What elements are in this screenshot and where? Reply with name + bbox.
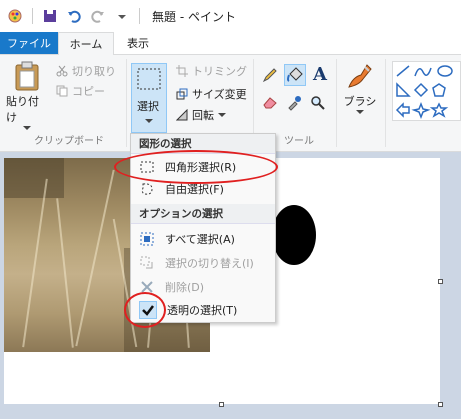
quick-access-toolbar [0,7,142,25]
toolbar-separator [32,8,33,24]
ribbon-tab-bar: ファイル ホーム 表示 [0,32,461,55]
brushes-dropdown-icon [356,110,364,114]
color-picker-tool[interactable] [286,95,304,113]
copy-button[interactable]: コピー [56,83,105,99]
pencil-icon [262,68,277,83]
grass-blade [75,169,115,347]
tab-view[interactable]: 表示 [118,32,158,54]
canvas-resize-handle-right[interactable] [438,279,443,284]
annotation-ellipse-rect-select [114,150,278,184]
eyedropper-icon [288,96,301,111]
canvas-resize-handle-bottom[interactable] [219,402,224,407]
invert-selection-label: 選択の切り替え(I) [165,257,254,270]
resize-button[interactable]: サイズ変更 [176,86,247,102]
crop-icon [176,65,188,77]
rotate-button[interactable]: 回転 [176,107,226,123]
group-separator [336,59,337,147]
title-bar: 無題 - ペイント [0,0,461,32]
rotate-label: 回転 [192,109,214,122]
grass-blade [22,178,48,348]
paste-icon [15,61,39,91]
copy-icon [56,85,68,97]
resize-label: サイズ変更 [192,88,247,101]
select-label: 選択 [137,100,159,113]
brushes-button[interactable]: ブラシ [340,61,380,115]
tab-home[interactable]: ホーム [58,32,114,55]
paste-button[interactable]: 貼り付け [6,61,48,131]
selection-options-header: オプションの選択 [131,204,275,224]
select-all-icon [139,231,155,247]
invert-selection-icon [139,255,155,271]
group-separator [385,59,386,147]
brushes-label: ブラシ [343,95,377,108]
crop-button[interactable]: トリミング [176,63,247,79]
toolbar-separator [139,8,140,24]
shapes-gallery[interactable] [392,61,461,121]
free-form-select-icon [139,181,155,197]
select-all-item[interactable]: すべて選択(A) [131,228,275,250]
group-separator [126,59,127,147]
paint-bucket-icon [287,67,303,82]
rotate-icon [176,109,188,121]
customize-dropdown-icon[interactable] [113,7,131,25]
photo-shade [4,158,64,198]
select-all-label: すべて選択(A) [165,233,235,246]
rotate-dropdown-icon [218,113,226,117]
pencil-tool[interactable] [262,67,280,85]
tab-file[interactable]: ファイル [0,32,58,54]
crop-label: トリミング [192,65,247,78]
paint-app-icon[interactable] [6,7,24,25]
canvas-resize-handle-corner[interactable] [438,402,443,407]
undo-icon[interactable] [65,7,83,25]
brush-icon [348,64,372,88]
window-title: 無題 - ペイント [152,9,236,24]
paste-label: 貼り付け [6,95,39,124]
copy-label: コピー [72,85,105,98]
cut-label: 切り取り [72,65,116,78]
cut-button[interactable]: 切り取り [56,63,116,79]
save-icon[interactable] [41,7,59,25]
select-button[interactable]: 選択 [131,63,167,133]
redo-icon[interactable] [89,7,107,25]
delete-label: 削除(D) [165,281,205,294]
grass-blade [56,198,74,348]
tools-group-label: ツール [284,136,314,147]
transparent-selection-label: 透明の選択(T) [167,304,238,317]
eraser-tool[interactable] [262,95,280,113]
scissors-icon [56,65,68,77]
magnifier-tool[interactable] [310,95,328,113]
annotation-ellipse-transparent [124,292,166,328]
invert-selection-item[interactable]: 選択の切り替え(I) [131,252,275,274]
fill-tool[interactable] [284,64,306,86]
select-dropdown-icon [145,119,153,123]
text-tool[interactable]: A [310,65,330,85]
resize-icon [176,88,188,100]
eraser-icon [263,97,277,109]
magnifier-icon [311,96,325,110]
black-circle-shape [272,205,316,265]
text-a-icon: A [313,64,327,85]
paste-dropdown-icon [23,126,31,130]
clipboard-group-label: クリップボード [34,136,104,147]
shapes-icon [395,65,453,120]
select-rectangle-icon [137,68,161,90]
